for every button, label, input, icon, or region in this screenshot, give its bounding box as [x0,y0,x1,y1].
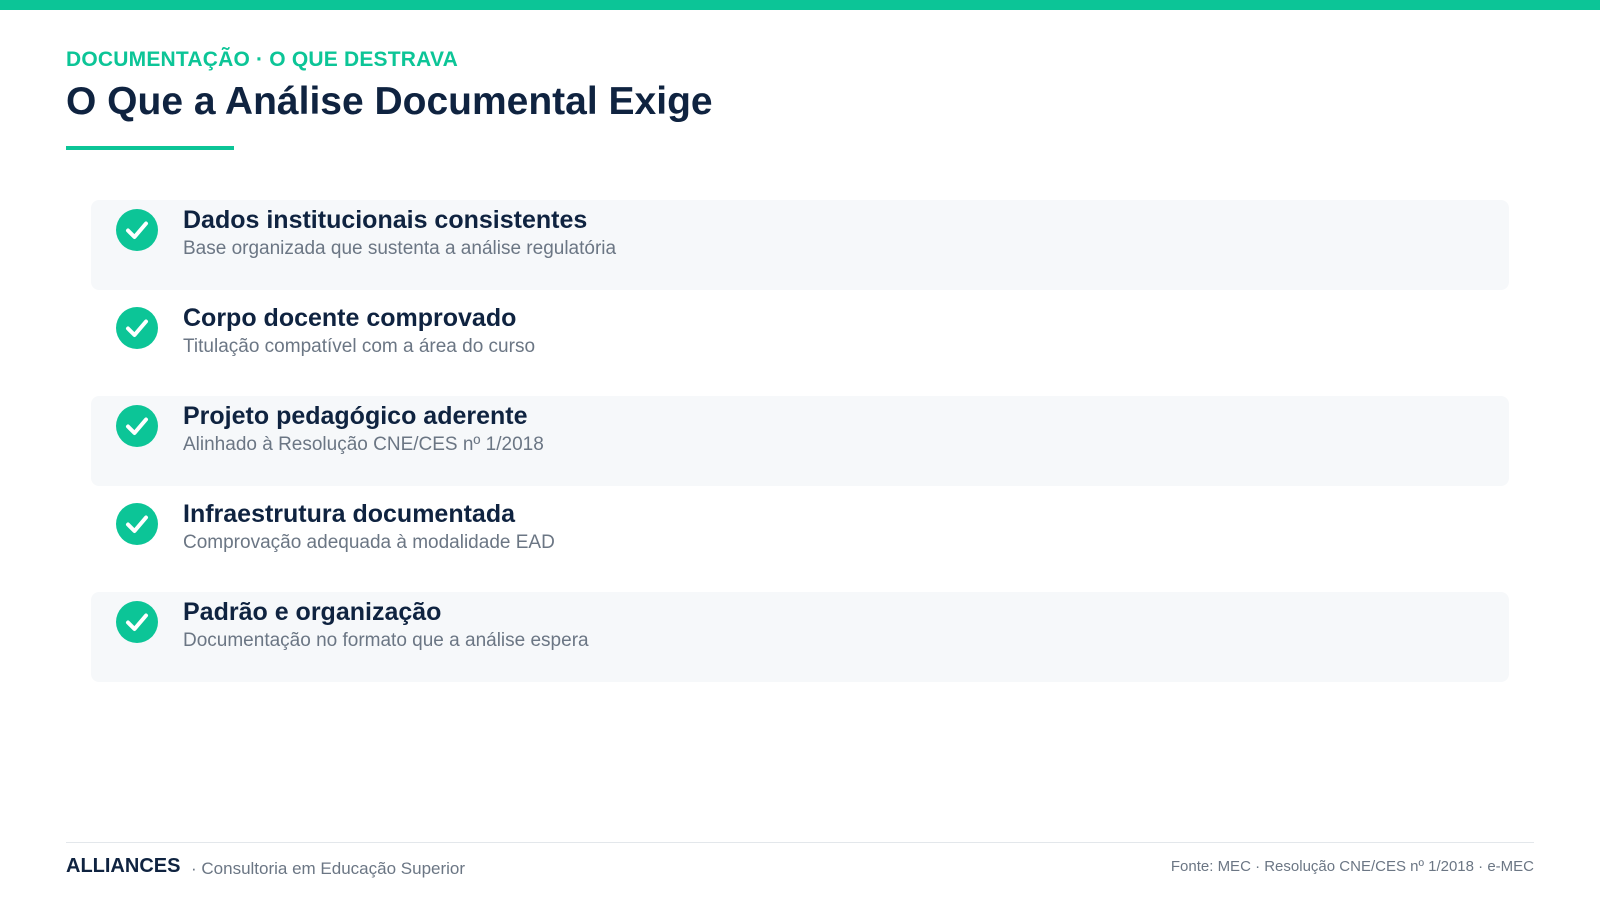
item-description: Base organizada que sustenta a análise r… [183,238,617,259]
check-circle-icon [116,601,158,643]
source-note: Fonte: MEC · Resolução CNE/CES nº 1/2018… [1170,858,1534,875]
page-title: O Que a Análise Documental Exige [66,80,713,123]
check-circle-icon [116,503,158,545]
item-description: Documentação no formato que a análise es… [183,630,589,651]
item-title: Padrão e organização [183,598,442,626]
list-item: Corpo docente comprovado Titulação compa… [91,298,1509,388]
item-description: Alinhado à Resolução CNE/CES nº 1/2018 [183,434,544,455]
requirements-list: Dados institucionais consistentes Base o… [91,200,1509,690]
list-item: Padrão e organização Documentação no for… [91,592,1509,682]
list-item: Dados institucionais consistentes Base o… [91,200,1509,290]
item-title: Corpo docente comprovado [183,304,517,332]
brand-tagline: · Consultoria em Educação Superior [191,859,466,878]
item-title: Infraestrutura documentada [183,500,516,528]
list-item: Projeto pedagógico aderente Alinhado à R… [91,396,1509,486]
item-description: Comprovação adequada à modalidade EAD [183,532,555,553]
list-item: Infraestrutura documentada Comprovação a… [91,494,1509,584]
check-circle-icon [116,405,158,447]
item-title: Projeto pedagógico aderente [183,402,528,430]
footer-divider [66,842,1534,843]
item-title: Dados institucionais consistentes [183,206,588,234]
item-description: Titulação compatível com a área do curso [183,336,536,357]
title-underline [66,146,234,150]
brand-logo-text: ALLIANCES [66,855,181,877]
top-accent-bar [0,0,1600,10]
check-circle-icon [116,209,158,251]
section-kicker: DOCUMENTAÇÃO · O QUE DESTRAVA [66,48,458,71]
check-circle-icon [116,307,158,349]
